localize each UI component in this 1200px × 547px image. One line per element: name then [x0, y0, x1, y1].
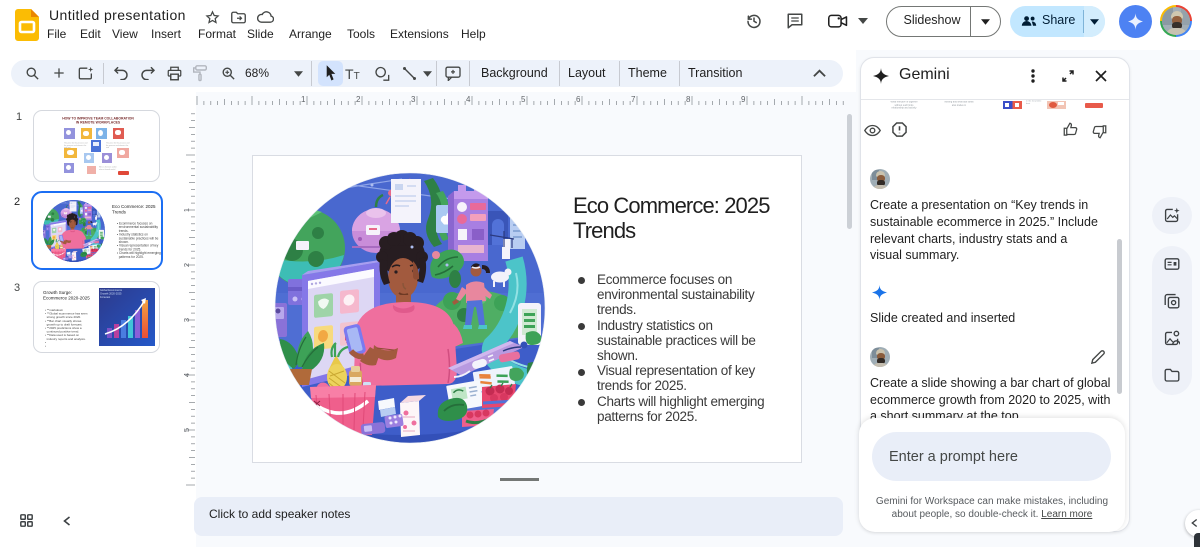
svg-text:3: 3 — [411, 95, 416, 104]
svg-text:9: 9 — [741, 95, 746, 104]
svg-text:7: 7 — [631, 95, 636, 104]
svg-text:3: 3 — [182, 318, 191, 322]
svg-text:1: 1 — [301, 95, 306, 104]
svg-text:8: 8 — [686, 95, 691, 104]
svg-text:5: 5 — [521, 95, 526, 104]
svg-text:1: 1 — [182, 208, 191, 212]
svg-text:4: 4 — [466, 95, 471, 104]
svg-text:6: 6 — [576, 95, 581, 104]
svg-text:5: 5 — [182, 428, 191, 432]
svg-text:2: 2 — [182, 263, 191, 267]
svg-text:4: 4 — [182, 373, 191, 377]
svg-text:2: 2 — [356, 95, 361, 104]
